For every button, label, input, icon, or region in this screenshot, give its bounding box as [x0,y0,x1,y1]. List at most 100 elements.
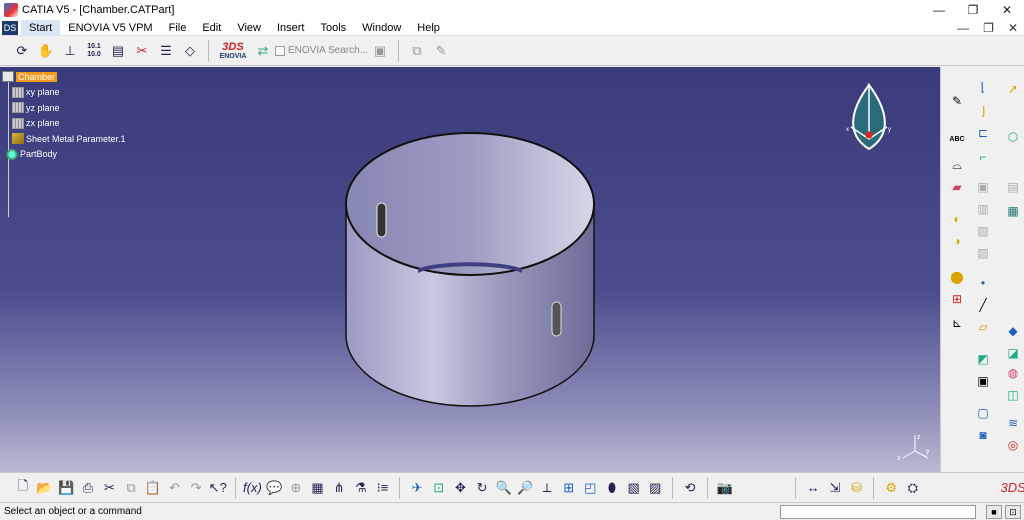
maximize-button[interactable]: ❐ [956,0,990,20]
doc-minimize-button[interactable]: — [957,20,969,36]
axis-icon[interactable]: ⊥ [60,41,80,61]
hole-icon[interactable]: ▣ [973,177,993,197]
tree-node-xy-plane[interactable]: xy plane [2,85,126,101]
measure-inertia-icon[interactable]: ⛁ [847,478,866,498]
menu-edit[interactable]: Edit [194,20,229,36]
unfold-icon[interactable]: ▦ [1003,201,1023,221]
tree-node-yz-plane[interactable]: yz plane [2,100,126,116]
slot-front-right[interactable] [551,301,562,337]
menu-window[interactable]: Window [354,20,409,36]
new-file-icon[interactable]: 🗋 [14,478,33,498]
constraint-icon[interactable]: ⚙ [882,478,901,498]
doc-restore-button[interactable]: ❐ [983,20,994,36]
enovia-search-checkbox[interactable] [275,45,285,56]
save-icon[interactable]: 💾 [57,478,76,498]
corner-icon[interactable]: ▤ [1003,177,1023,197]
power-input-field[interactable] [780,505,976,519]
tree-node-zx-plane[interactable]: zx plane [2,116,126,132]
ds-logo-icon[interactable]: DS [2,20,18,35]
redo-icon[interactable]: ↷ [187,478,206,498]
save-to-enovia-icon[interactable]: ▣ [370,41,390,61]
tree-label[interactable]: PartBody [20,149,57,159]
minimize-button[interactable]: — [922,0,956,20]
tree-icon[interactable]: ⋔ [330,478,349,498]
tree-label[interactable]: yz plane [26,103,60,113]
cut-icon[interactable]: ✂ [132,41,152,61]
workpackage-icon[interactable]: ⧉ [407,41,427,61]
compass-icon[interactable]: z x y [843,79,895,154]
3d-viewport[interactable]: Chamber xy plane yz plane zx plane Sheet… [0,67,940,472]
catalog-icon[interactable]: ⚗ [351,478,370,498]
stack-icon[interactable]: ▤ [108,41,128,61]
table-icon[interactable]: ▦ [308,478,327,498]
measure-between-icon[interactable]: ↔ [804,478,823,498]
tree-node-sheet-metal[interactable]: Sheet Metal Parameter.1 [2,131,126,147]
plane-tool-icon[interactable]: ▱ [973,317,993,337]
sketch-icon[interactable]: ✎ [947,91,967,111]
zoom-in-icon[interactable]: 🔍 [494,478,513,498]
save-icon[interactable]: ▣ [973,371,993,391]
render-icon[interactable]: ◫ [1003,385,1023,405]
swap-space-icon[interactable]: ▨ [646,478,665,498]
axis-system-icon[interactable]: ⊾ [947,313,967,333]
stop-command-button[interactable]: ■ [986,505,1002,519]
select-arrow-icon[interactable]: ➚ [1003,79,1023,99]
eraser-icon[interactable]: ◇ [180,41,200,61]
menu-tools[interactable]: Tools [312,20,354,36]
update-icon[interactable]: ⟲ [681,478,700,498]
rotate-icon[interactable]: ↻ [473,478,492,498]
flange-icon[interactable]: ⌋ [973,101,993,121]
extrusion-icon[interactable]: ⌐ [973,147,993,167]
close-button[interactable]: ✕ [990,0,1024,20]
menu-insert[interactable]: Insert [269,20,313,36]
text-abc-icon[interactable]: ABC [947,129,967,149]
formula-icon[interactable]: f(x) [243,478,262,498]
tree-node-partbody[interactable]: PartBody [2,147,126,163]
tree-label[interactable]: xy plane [26,87,60,97]
enovia-logo[interactable]: 3DS ENOVIA [215,40,251,62]
paste-icon[interactable]: 📋 [143,478,162,498]
measure-item-icon[interactable]: ⇲ [826,478,845,498]
pan-icon[interactable]: ✋ [36,41,56,61]
measure-icon[interactable]: 10.1 10.0 [84,41,104,61]
hide-show-icon[interactable]: ▧ [624,478,643,498]
edge-wall-icon[interactable]: ⊏ [973,123,993,143]
material-icon[interactable]: ◍ [1003,363,1023,383]
menu-start[interactable]: Start [21,19,61,36]
fly-mode-icon[interactable]: ✈ [408,478,427,498]
hopper-icon[interactable]: ◑ [947,231,967,251]
copy-icon[interactable]: ⧉ [122,478,141,498]
iso-view-icon[interactable]: ◰ [581,478,600,498]
chamber-model[interactable] [0,67,940,472]
cut-out-icon[interactable]: ▰ [947,177,967,197]
shade-icon[interactable]: ◎ [1003,435,1023,455]
open-folder-icon[interactable]: 📂 [35,478,54,498]
line-icon[interactable]: ╱ [973,295,993,315]
enovia-search[interactable]: ENOVIA Search... [275,45,368,56]
chamfer-icon[interactable]: ▥ [973,199,993,219]
dot-icon[interactable]: • [973,273,993,293]
list-icon[interactable]: ☰ [156,41,176,61]
box-icon[interactable]: ◙ [973,425,993,445]
apply-material-icon[interactable]: ⛭ [904,478,923,498]
zoom-out-icon[interactable]: 🔎 [516,478,535,498]
comment-icon[interactable]: 💬 [265,478,284,498]
wall-icon[interactable]: ⌊ [973,77,993,97]
view-icon[interactable]: ▢ [973,403,993,423]
snap-icon[interactable]: ◩ [973,349,993,369]
tree-label[interactable]: zx plane [26,118,60,128]
tree-label[interactable]: Chamber [16,71,58,82]
edit-link-icon[interactable]: ✎ [431,41,451,61]
properties-icon[interactable]: ⁝≡ [373,478,392,498]
fit-all-icon[interactable]: ⊡ [429,478,448,498]
undo-icon[interactable]: ↶ [165,478,184,498]
multi-view-icon[interactable]: ⊞ [559,478,578,498]
whats-this-icon[interactable]: ↖? [208,478,227,498]
cut-icon[interactable]: ✂ [100,478,119,498]
shading-icon[interactable]: ⬮ [603,478,622,498]
doc-close-button[interactable]: ✕ [1008,20,1018,36]
tree-label[interactable]: Sheet Metal Parameter.1 [26,134,126,144]
slot-inner-left[interactable] [376,202,387,238]
pan-icon[interactable]: ✥ [451,478,470,498]
fold-icon[interactable]: ⬡ [1003,127,1023,147]
